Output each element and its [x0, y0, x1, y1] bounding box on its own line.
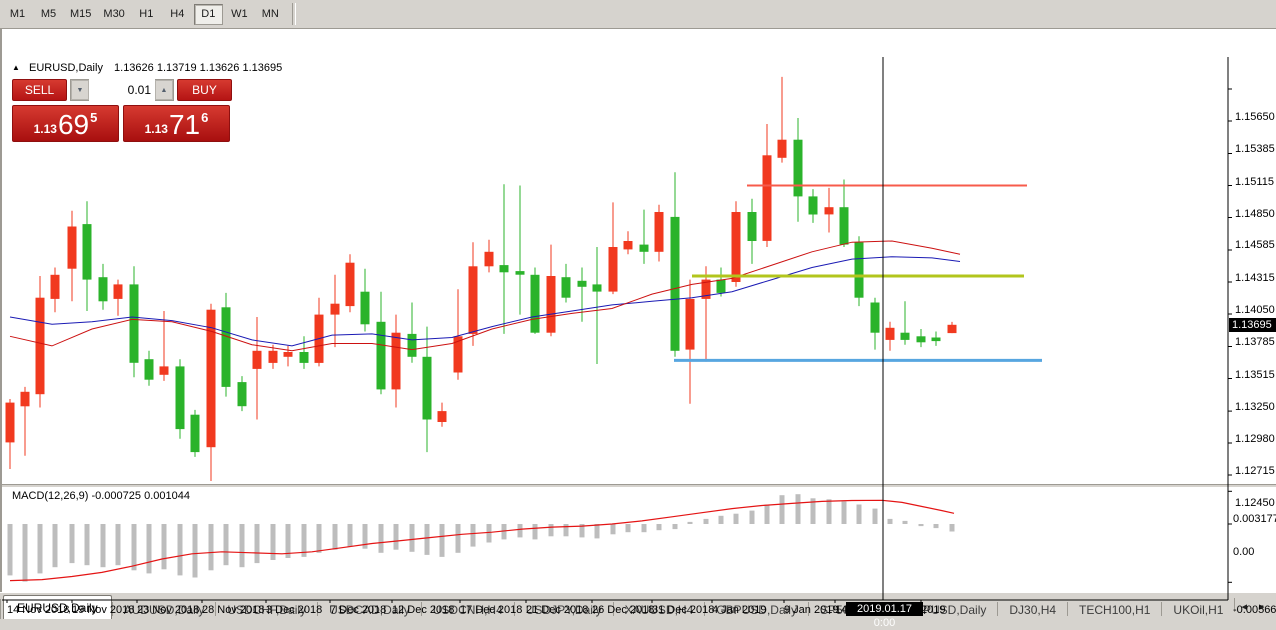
timeframe-button-w1[interactable]: W1	[225, 4, 254, 25]
timeframe-button-mn[interactable]: MN	[256, 4, 285, 25]
macd-indicator-label: MACD(12,26,9) -0.000725 0.001044	[12, 490, 190, 502]
price-axis-label: 1.15115	[1235, 176, 1274, 188]
date-axis-label: 7 Dec 2018	[330, 604, 386, 616]
date-axis-label: 17 Dec 2018	[460, 604, 522, 616]
date-axis-label: 4 Jan 2019	[712, 604, 766, 616]
date-axis-label: 3 Dec 2018	[266, 604, 322, 616]
timeframe-button-h4[interactable]: H4	[163, 4, 192, 25]
sell-price-prefix: 1.13	[34, 122, 57, 136]
date-axis-label: 26 Dec 2018	[592, 604, 654, 616]
price-axis-label: 1.13785	[1235, 336, 1275, 348]
lot-size-input[interactable]	[89, 79, 155, 101]
crosshair-date-label: 2019.01.17 0:00	[846, 602, 923, 616]
timeframe-button-h1[interactable]: H1	[132, 4, 161, 25]
buy-price-pip: 6	[201, 110, 208, 125]
price-axis-label: 1.14585	[1235, 239, 1275, 251]
timeframe-toolbar: M1M5M15M30H1H4D1W1MN	[0, 0, 1276, 28]
buy-button[interactable]: BUY	[177, 79, 232, 101]
one-click-trading-panel: SELL ▼ ▲ BUY 1.13 69 5 1.13 71 6	[12, 78, 232, 142]
date-axis-label: 23 Nov 2018	[137, 604, 199, 616]
sell-price-panel[interactable]: 1.13 69 5	[12, 105, 119, 142]
price-axis-label: 1.13515	[1235, 369, 1275, 381]
date-axis-label: 2019	[921, 604, 945, 616]
collapse-icon[interactable]: ▲	[12, 63, 20, 72]
timeframe-button-d1[interactable]: D1	[194, 4, 223, 25]
chart-ohlc-values: 1.13626 1.13719 1.13626 1.13695	[114, 62, 282, 74]
tabbar-stub	[0, 599, 1, 619]
timeframe-button-m30[interactable]: M30	[98, 4, 129, 25]
price-axis-label: 1.12980	[1235, 433, 1275, 445]
price-axis-label: 1.13250	[1235, 401, 1275, 413]
toolbar-separator	[292, 3, 296, 25]
buy-price-prefix: 1.13	[145, 122, 168, 136]
date-axis-label: 12 Dec 2018	[392, 604, 454, 616]
macd-axis-label: 0.00	[1233, 546, 1254, 558]
current-price-label: 1.13695	[1229, 318, 1276, 332]
price-axis-label: 1.12450	[1235, 497, 1275, 509]
macd-axis-label: 0.003177	[1233, 513, 1276, 525]
chart-title-row: ▲ EURUSD,Daily 1.13626 1.13719 1.13626 1…	[12, 62, 288, 74]
date-axis-label: 9 Jan 2019	[784, 604, 838, 616]
price-axis-label: 1.12715	[1235, 465, 1275, 477]
lot-increase-button[interactable]: ▲	[155, 80, 173, 100]
chart-window[interactable]: ▲ EURUSD,Daily 1.13626 1.13719 1.13626 1…	[0, 28, 1276, 592]
timeframe-button-m15[interactable]: M15	[65, 4, 96, 25]
price-axis-label: 1.15385	[1235, 143, 1275, 155]
chart-symbol-title: EURUSD,Daily	[29, 62, 103, 74]
lot-decrease-button[interactable]: ▼	[71, 80, 89, 100]
date-axis-label: 19 Nov 2018	[72, 604, 134, 616]
sell-price-pip: 5	[90, 110, 97, 125]
date-axis-label: 14 Nov 2018	[7, 604, 69, 616]
buy-price-panel[interactable]: 1.13 71 6	[123, 105, 230, 142]
price-axis-label: 1.15650	[1235, 111, 1275, 123]
timeframe-button-m5[interactable]: M5	[34, 4, 63, 25]
price-axis-label: 1.14050	[1235, 304, 1275, 316]
timeframe-button-m1[interactable]: M1	[3, 4, 32, 25]
date-axis-label: 21 Dec 2018	[526, 604, 588, 616]
sell-button[interactable]: SELL	[12, 79, 67, 101]
date-axis-label: 31 Dec 2018	[652, 604, 714, 616]
price-axis-label: 1.14315	[1235, 272, 1275, 284]
sell-price-big: 69	[58, 111, 89, 139]
chevron-up-icon: ▲	[161, 87, 168, 94]
macd-axis-label: -0.005667	[1233, 604, 1276, 616]
chevron-down-icon: ▼	[77, 87, 84, 94]
date-axis-label: 28 Nov 2018	[202, 604, 264, 616]
price-axis-label: 1.14850	[1235, 208, 1275, 220]
lot-stepper: ▼ ▲	[70, 79, 174, 101]
buy-price-big: 71	[169, 111, 200, 139]
